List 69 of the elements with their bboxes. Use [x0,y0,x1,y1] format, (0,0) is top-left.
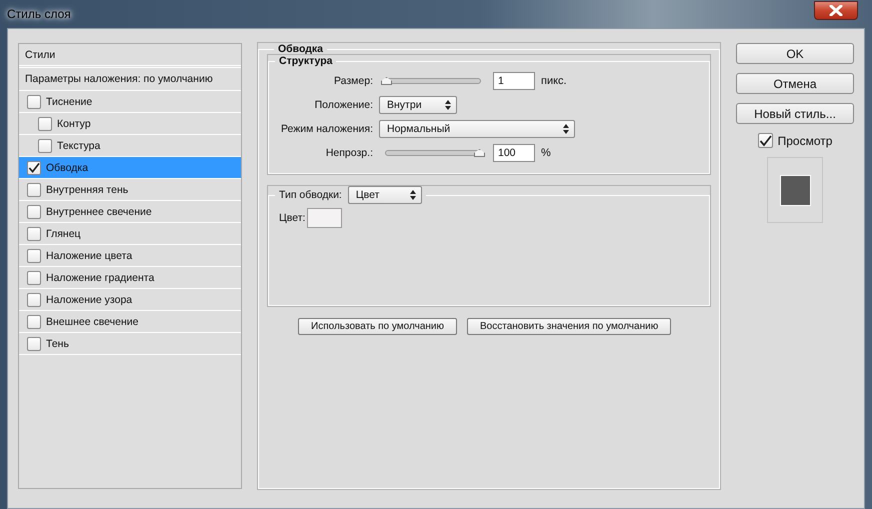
window-title: Стиль слоя [7,7,71,21]
blend-mode-label: Режим наложения: [280,123,373,135]
style-item[interactable]: Наложение цвета [19,245,241,267]
style-label: Глянец [46,228,81,240]
reset-button[interactable]: Использовать по умолчанию [298,318,457,335]
unit-label: пикс. [541,75,567,87]
checkbox[interactable] [38,138,52,152]
checkbox[interactable] [27,182,41,196]
checkbox[interactable] [38,116,52,130]
opacity-label: Непрозр.: [324,147,373,159]
color-label: Цвет: [279,212,306,224]
group-title: Структура [278,55,334,67]
preview-label: Просмотр [778,134,832,148]
style-label: Тиснение [46,96,92,108]
style-item[interactable]: Наложение узора [19,289,241,311]
size-label: Размер: [332,75,373,87]
updown-arrows-icon [445,100,451,110]
style-label: Внешнее свечение [46,316,138,328]
position-dropdown[interactable]: Внутри [379,96,457,114]
action-button[interactable]: Отмена [736,73,854,94]
style-label: Контур [57,118,91,130]
style-label: Внутренняя тень [46,184,128,196]
checkbox[interactable] [27,270,41,284]
fill-type-label: Тип обводки: [279,189,342,201]
style-label: Текстура [57,140,100,152]
blend-mode-dropdown[interactable]: Нормальный [379,120,575,138]
style-item[interactable]: Наложение градиента [19,267,241,289]
opacity-field[interactable]: 100 [493,144,535,162]
slider-thumb[interactable] [381,77,392,85]
checkbox[interactable] [27,226,41,240]
style-item[interactable]: Тиснение [19,91,241,113]
action-button[interactable]: OK [736,43,854,64]
action-button[interactable]: Новый стиль... [736,103,854,124]
blending-options-item[interactable]: Параметры наложения: по умолчанию [19,68,241,91]
fill-type-dropdown[interactable]: Цвет [348,186,422,204]
size-field[interactable]: 1 [493,72,535,90]
preview-checkbox[interactable] [758,133,773,148]
style-item[interactable]: Контур [19,113,241,135]
checkbox[interactable] [27,248,41,262]
style-label: Наложение градиента [46,272,154,284]
style-label: Внутреннее свечение [46,206,152,218]
style-label: Обводка [46,162,88,174]
position-label: Положение: [314,99,373,111]
style-label: Наложение цвета [46,250,132,262]
updown-arrows-icon [563,124,569,134]
close-icon [829,4,843,16]
group-title: Обводка [277,43,324,55]
reset-button[interactable]: Восстановить значения по умолчанию [467,318,672,335]
checkbox[interactable] [27,292,41,306]
slider-thumb[interactable] [474,149,485,157]
style-item[interactable]: Внутренняя тень [19,179,241,201]
style-item[interactable]: Обводка [19,157,241,179]
updown-arrows-icon [410,190,416,200]
style-item[interactable]: Внутреннее свечение [19,201,241,223]
checkbox[interactable] [27,204,41,218]
checkbox[interactable] [27,160,41,174]
checkbox[interactable] [27,94,41,108]
checkbox[interactable] [27,314,41,328]
style-item[interactable]: Глянец [19,223,241,245]
style-label: Тень [46,338,69,350]
style-item[interactable]: Внешнее свечение [19,311,241,333]
styles-header: Стили [19,44,241,68]
preview-square [780,174,810,206]
unit-label: % [541,147,551,159]
close-button[interactable] [814,0,858,20]
style-label: Наложение узора [46,294,132,306]
color-swatch[interactable] [307,208,342,228]
checkbox[interactable] [27,336,41,350]
style-item[interactable]: Тень [19,333,241,355]
